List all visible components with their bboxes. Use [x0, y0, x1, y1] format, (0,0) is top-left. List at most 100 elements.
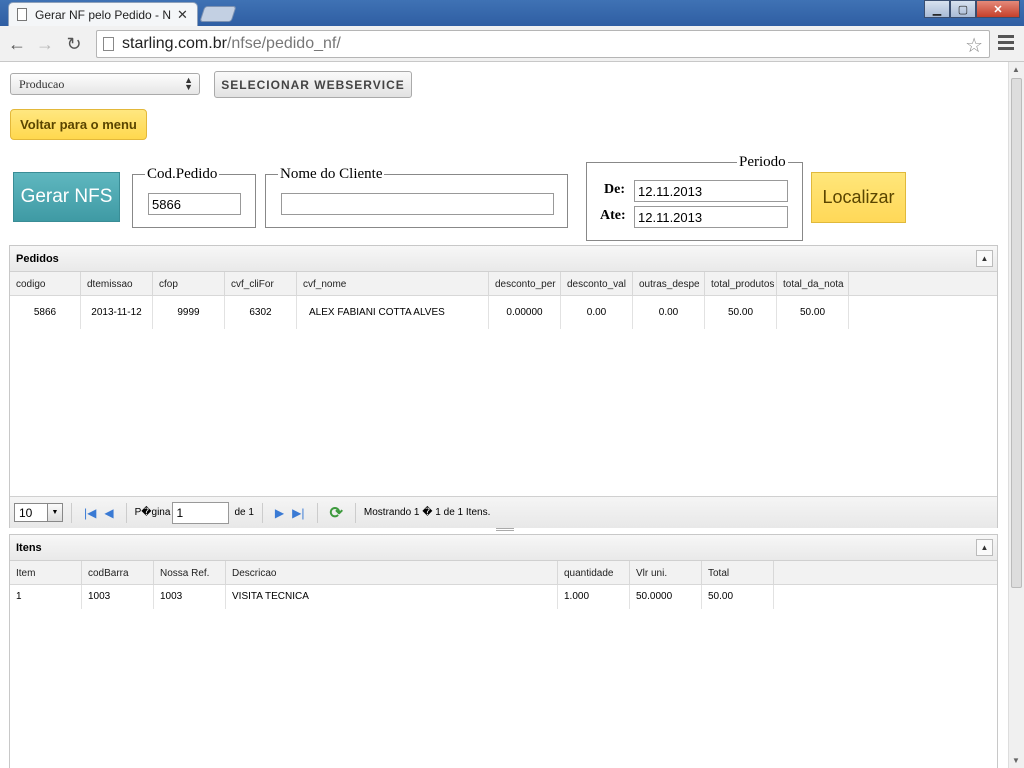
orders-header-row: codigo dtemissao cfop cvf_cliFor cvf_nom…	[10, 272, 997, 296]
orders-cell: 9999	[153, 296, 225, 329]
orders-col-codigo[interactable]: codigo	[10, 272, 81, 295]
items-cell: 1	[10, 585, 82, 609]
divider	[316, 502, 318, 523]
orders-cell: 0.00	[561, 296, 633, 329]
items-cell: 1003	[154, 585, 226, 609]
orders-cell: 5866	[10, 296, 81, 329]
close-window-icon[interactable]: ✕	[976, 0, 1020, 18]
address-bar[interactable]: starling.com.br/nfse/pedido_nf/ ☆	[96, 30, 990, 58]
browser-menu-icon[interactable]	[998, 35, 1014, 53]
forward-arrow-icon[interactable]: →	[34, 33, 56, 55]
divider	[354, 502, 356, 523]
orders-col-outras-despe[interactable]: outras_despe	[633, 272, 705, 295]
environment-select[interactable]: Producao ▲ ▼	[10, 73, 200, 95]
orders-panel: Pedidos ▲ codigo dtemissao cfop cvf_cliF…	[9, 245, 998, 528]
prev-page-icon[interactable]: ◀	[104, 506, 113, 520]
date-to-label: Ate:	[600, 208, 626, 223]
refresh-icon[interactable]: ⟳	[330, 503, 343, 523]
search-button[interactable]: Localizar	[811, 172, 906, 223]
page-size-value: 10	[19, 506, 33, 520]
back-to-menu-button[interactable]: Voltar para o menu	[10, 109, 147, 140]
next-page-icon[interactable]: ▶	[275, 506, 284, 520]
items-panel: Itens ▲ Item codBarra Nossa Ref. Descric…	[9, 534, 998, 768]
items-col-item[interactable]: Item	[10, 561, 82, 584]
items-col-total[interactable]: Total	[702, 561, 774, 584]
items-col-descricao[interactable]: Descricao	[226, 561, 558, 584]
orders-col-total-nota[interactable]: total_da_nota	[777, 272, 849, 295]
order-code-input[interactable]	[148, 193, 241, 215]
client-name-input[interactable]	[281, 193, 554, 215]
page-size-select[interactable]: 10 ▼	[14, 503, 63, 522]
divider	[125, 502, 127, 523]
client-name-label: Nome do Cliente	[280, 166, 383, 182]
date-from-input[interactable]	[634, 180, 788, 202]
items-col-codbarra[interactable]: codBarra	[82, 561, 154, 584]
divider	[261, 502, 263, 523]
scrollbar-thumb[interactable]	[1011, 78, 1022, 588]
panel-splitter-handle[interactable]	[496, 528, 514, 531]
items-cell: 50.00	[702, 585, 774, 609]
page-count-label: de 1	[234, 507, 254, 518]
window-controls: ▁ ▢ ✕	[924, 0, 1020, 18]
orders-cell: 0.00	[633, 296, 705, 329]
url-host: starling.com.br	[122, 35, 227, 52]
chevron-down-icon: ▼	[47, 504, 62, 521]
new-tab-button[interactable]	[199, 6, 237, 22]
orders-col-cvf-nome[interactable]: cvf_nome	[297, 272, 489, 295]
minimize-icon[interactable]: ▁	[924, 0, 950, 18]
orders-cell: 6302	[225, 296, 297, 329]
orders-col-total-produtos[interactable]: total_produtos	[705, 272, 777, 295]
orders-cell: 0.00000	[489, 296, 561, 329]
close-tab-icon[interactable]: ✕	[177, 7, 188, 23]
collapse-items-icon[interactable]: ▲	[976, 539, 993, 556]
generate-nfs-button[interactable]: Gerar NFS	[13, 172, 120, 222]
reload-icon[interactable]: ↻	[63, 33, 85, 55]
items-cell: 1003	[82, 585, 154, 609]
select-webservice-button[interactable]: SELECIONAR WEBSERVICE	[214, 71, 412, 98]
orders-col-dtemissao[interactable]: dtemissao	[81, 272, 153, 295]
items-col-nossa-ref[interactable]: Nossa Ref.	[154, 561, 226, 584]
url-path: /nfse/pedido_nf/	[226, 35, 341, 52]
orders-cell: 2013-11-12	[81, 296, 153, 329]
table-row[interactable]: 5866 2013-11-12 9999 6302 ALEX FABIANI C…	[10, 296, 997, 329]
page-scrollbar[interactable]: ▲ ▼	[1008, 62, 1024, 768]
items-header-row: Item codBarra Nossa Ref. Descricao quant…	[10, 561, 997, 585]
page-icon	[103, 37, 114, 51]
date-from-label: De:	[604, 182, 625, 197]
browser-tab[interactable]: Gerar NF pelo Pedido - Nc ✕	[8, 2, 198, 26]
orders-cell: 50.00	[777, 296, 849, 329]
tab-title: Gerar NF pelo Pedido - Nc	[35, 7, 171, 22]
orders-col-cfop[interactable]: cfop	[153, 272, 225, 295]
orders-col-desconto-per[interactable]: desconto_per	[489, 272, 561, 295]
bookmark-star-icon[interactable]: ☆	[965, 33, 983, 58]
select-arrows-icon: ▲ ▼	[184, 75, 193, 92]
page-icon	[17, 8, 27, 21]
page-viewport: Producao ▲ ▼ SELECIONAR WEBSERVICE Voltar…	[0, 62, 1008, 768]
scroll-up-icon[interactable]: ▲	[1012, 65, 1020, 74]
items-col-vlr-uni[interactable]: Vlr uni.	[630, 561, 702, 584]
scroll-down-icon[interactable]: ▼	[1012, 756, 1020, 765]
back-arrow-icon[interactable]: ←	[6, 33, 28, 55]
orders-col-cvf-clifor[interactable]: cvf_cliFor	[225, 272, 297, 295]
items-cell: 50.0000	[630, 585, 702, 609]
orders-cell: ALEX FABIANI COTTA ALVES	[297, 296, 489, 329]
page-label: P�gina	[134, 507, 171, 518]
items-panel-header: Itens ▲	[10, 535, 997, 561]
date-to-input[interactable]	[634, 206, 788, 228]
last-page-icon[interactable]: ▶|	[292, 506, 304, 520]
maximize-icon[interactable]: ▢	[950, 0, 976, 18]
orders-col-desconto-val[interactable]: desconto_val	[561, 272, 633, 295]
orders-pager: 10 ▼ |◀ ◀ P�gina de 1 ▶ ▶| ⟳ Mostrando 1…	[10, 496, 997, 528]
period-label: Periodo	[739, 154, 786, 170]
divider	[71, 502, 72, 523]
pager-status: Mostrando 1 � 1 de 1 Itens.	[363, 507, 491, 518]
items-cell: VISITA TECNICA	[226, 585, 558, 609]
window-titlebar: Gerar NF pelo Pedido - Nc ✕ ▁ ▢ ✕	[0, 0, 1024, 26]
order-code-label: Cod.Pedido	[147, 166, 218, 182]
first-page-icon[interactable]: |◀	[84, 506, 96, 520]
collapse-orders-icon[interactable]: ▲	[976, 250, 993, 267]
page-number-input[interactable]	[172, 501, 230, 524]
table-row[interactable]: 1 1003 1003 VISITA TECNICA 1.000 50.0000…	[10, 585, 997, 609]
items-col-quantidade[interactable]: quantidade	[558, 561, 630, 584]
orders-panel-title: Pedidos	[16, 253, 59, 265]
